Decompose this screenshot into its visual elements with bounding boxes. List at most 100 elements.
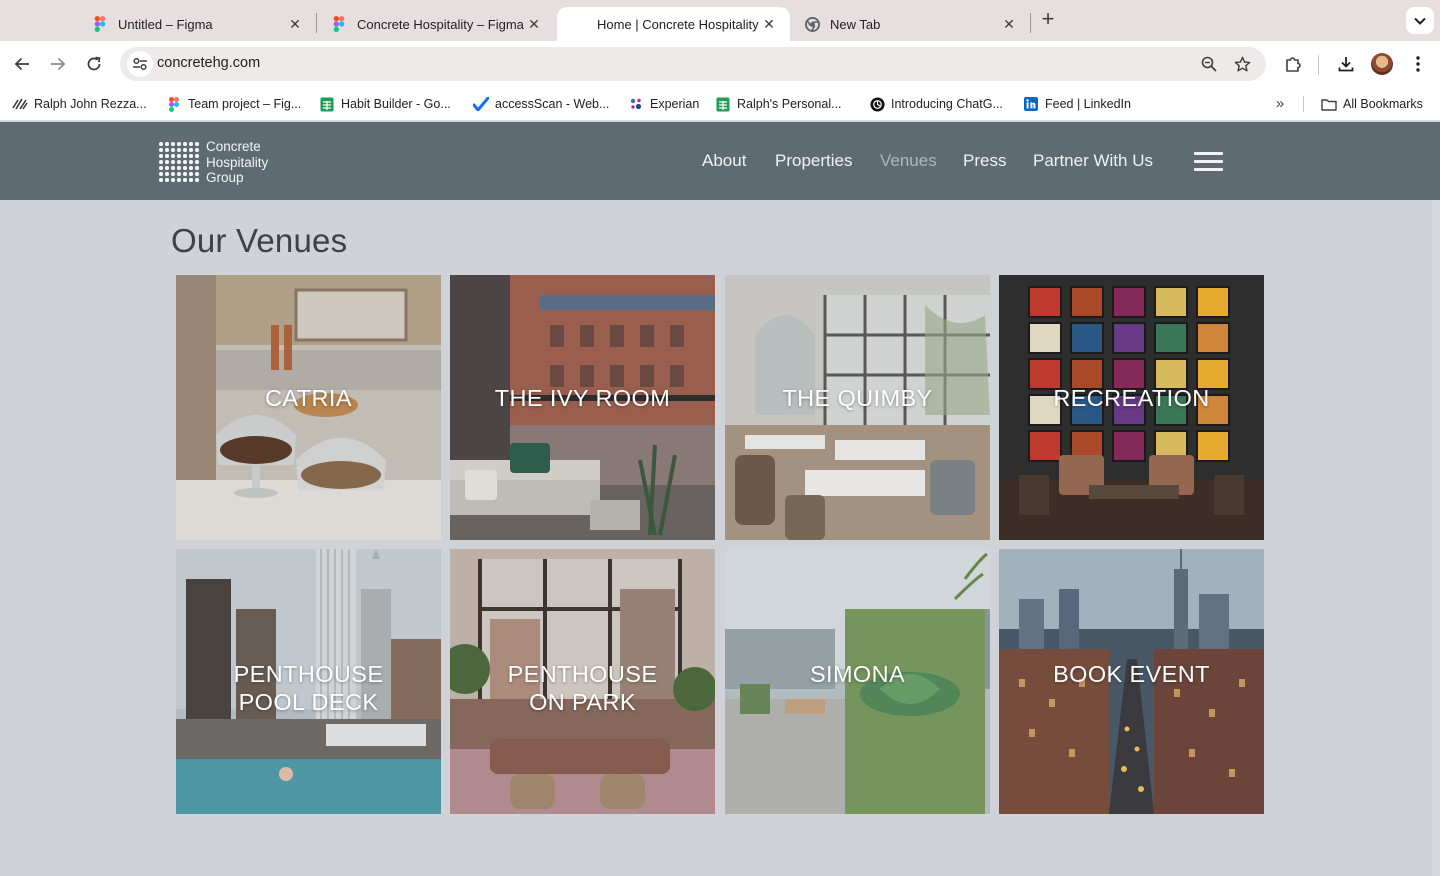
sheets-icon [319, 96, 335, 112]
tab-title: Home | Concrete Hospitality [597, 16, 759, 32]
arrow-left-icon [14, 57, 29, 71]
bookmark-label: Ralph John Rezza... [34, 97, 147, 111]
blank-page-icon [571, 16, 587, 32]
tab-search-button[interactable] [1406, 7, 1434, 34]
bookmarks-divider [1303, 96, 1304, 112]
reload-icon [87, 56, 101, 71]
venue-card-simona[interactable]: SIMONA [725, 549, 990, 814]
figma-icon [331, 16, 347, 32]
bookmark-label: accessScan - Web... [495, 97, 610, 111]
venue-name-line: RECREATION [1053, 385, 1210, 411]
venue-name-line: POOL DECK [238, 689, 379, 715]
tab-close-icon[interactable]: ✕ [760, 15, 778, 33]
tab-title: New Tab [830, 16, 881, 32]
chevron-down-icon [1414, 17, 1426, 25]
site-logo[interactable]: Concrete Hospitality Group [158, 139, 268, 186]
extensions-button[interactable] [1281, 52, 1305, 76]
venue-name: RECREATION [999, 384, 1264, 412]
venue-name-line: BOOK EVENT [1053, 661, 1210, 687]
all-bookmarks-button[interactable]: All Bookmarks [1321, 95, 1423, 113]
venue-name: CATRIA [176, 384, 441, 412]
bookmark-team-project[interactable]: Team project – Fig... [166, 95, 301, 113]
bookmark-introducing-chatgpt[interactable]: Introducing ChatG... [869, 95, 1003, 113]
page-scrollbar[interactable] [1432, 200, 1440, 876]
browser-tab-strip: Untitled – Figma ✕ Concrete Hospitality … [0, 0, 1440, 41]
url-text[interactable]: concretehg.com [157, 55, 260, 71]
bookmarks-overflow-button[interactable]: » [1271, 95, 1289, 113]
tab-title: Concrete Hospitality – Figma [357, 16, 524, 32]
bookmark-accessscan[interactable]: accessScan - Web... [473, 95, 609, 113]
tab-close-icon[interactable]: ✕ [525, 15, 543, 33]
bookmark-linkedin[interactable]: Feed | LinkedIn [1023, 95, 1131, 113]
bookmark-label: Ralph's Personal... [737, 97, 842, 111]
venue-name: BOOK EVENT [999, 660, 1264, 688]
openai-icon [869, 96, 885, 112]
page-title: Our Venues [171, 222, 348, 259]
dot-grid-logo-icon [158, 141, 200, 183]
accessibe-check-icon [473, 96, 489, 112]
nav-press[interactable]: Press [963, 151, 1006, 171]
venue-name-line: THE QUIMBY [782, 385, 933, 411]
tune-icon [133, 57, 147, 71]
puzzle-piece-icon [1286, 57, 1301, 72]
profile-avatar[interactable] [1371, 53, 1393, 75]
tab-untitled-figma[interactable]: Untitled – Figma ✕ [78, 7, 316, 41]
chrome-icon [804, 16, 820, 32]
venue-card-recreation[interactable]: RECREATION [999, 275, 1264, 540]
browser-menu-button[interactable] [1406, 52, 1430, 76]
reload-button[interactable] [81, 51, 107, 77]
tab-new-tab[interactable]: New Tab ✕ [790, 7, 1030, 41]
bookmark-label: Team project – Fig... [188, 97, 302, 111]
venue-name: PENTHOUSE POOL DECK [176, 660, 441, 716]
all-bookmarks-label: All Bookmarks [1343, 97, 1423, 111]
linkedin-icon [1023, 96, 1039, 112]
venue-name-line: PENTHOUSE [507, 661, 658, 687]
venue-card-penthouse-pool-deck[interactable]: PENTHOUSE POOL DECK [176, 549, 441, 814]
download-icon [1338, 57, 1354, 72]
venue-card-the-ivy-room[interactable]: THE IVY ROOM [450, 275, 715, 540]
sheets-icon [715, 96, 731, 112]
logo-line: Concrete [206, 139, 261, 154]
venue-name-line: THE IVY ROOM [494, 385, 671, 411]
tab-close-icon[interactable]: ✕ [286, 15, 304, 33]
back-button[interactable] [9, 51, 35, 77]
figma-icon [166, 96, 182, 112]
forward-button[interactable] [45, 51, 71, 77]
nav-about[interactable]: About [702, 151, 746, 171]
hamburger-menu-icon[interactable] [1194, 151, 1224, 173]
venue-card-book-event[interactable]: BOOK EVENT [999, 549, 1264, 814]
arrow-right-icon [51, 57, 66, 71]
address-bar[interactable]: concretehg.com [120, 47, 1266, 81]
venue-name: PENTHOUSE ON PARK [450, 660, 715, 716]
browser-toolbar: concretehg.com [0, 41, 1440, 87]
nav-venues[interactable]: Venues [880, 151, 937, 171]
folder-icon [1321, 96, 1337, 112]
new-tab-button[interactable]: + [1037, 8, 1059, 32]
bookmark-label: Experian [650, 97, 700, 111]
nav-partner-with-us[interactable]: Partner With Us [1033, 151, 1153, 171]
venue-card-catria[interactable]: CATRIA [176, 275, 441, 540]
tab-title: Untitled – Figma [118, 16, 213, 32]
site-info-button[interactable] [127, 51, 153, 77]
zoom-icon[interactable] [1200, 55, 1218, 73]
downloads-button[interactable] [1334, 52, 1358, 76]
venue-card-the-quimby[interactable]: THE QUIMBY [725, 275, 990, 540]
bookmark-ralphs-personal[interactable]: Ralph's Personal... [715, 95, 842, 113]
bookmark-ralph-john[interactable]: Ralph John Rezza... [12, 95, 147, 113]
venue-card-penthouse-on-park[interactable]: PENTHOUSE ON PARK [450, 549, 715, 814]
venue-name: SIMONA [725, 660, 990, 688]
bookmark-habit-builder[interactable]: Habit Builder - Go... [319, 95, 451, 113]
kebab-menu-icon [1416, 56, 1420, 72]
tab-close-icon[interactable]: ✕ [1000, 15, 1018, 33]
venue-name-line: PENTHOUSE [233, 661, 384, 687]
nav-properties[interactable]: Properties [775, 151, 852, 171]
toolbar-divider [1318, 55, 1319, 75]
tab-concrete-figma[interactable]: Concrete Hospitality – Figma ✕ [317, 7, 555, 41]
site-header: Concrete Hospitality Group About Propert… [0, 122, 1440, 200]
logo-line: Group [206, 170, 244, 185]
tab-home-concrete[interactable]: Home | Concrete Hospitality ✕ [557, 7, 790, 41]
bookmark-label: Feed | LinkedIn [1045, 97, 1131, 111]
bookmark-star-icon[interactable] [1233, 55, 1251, 73]
bookmark-experian[interactable]: Experian [628, 95, 699, 113]
figma-icon [92, 16, 108, 32]
